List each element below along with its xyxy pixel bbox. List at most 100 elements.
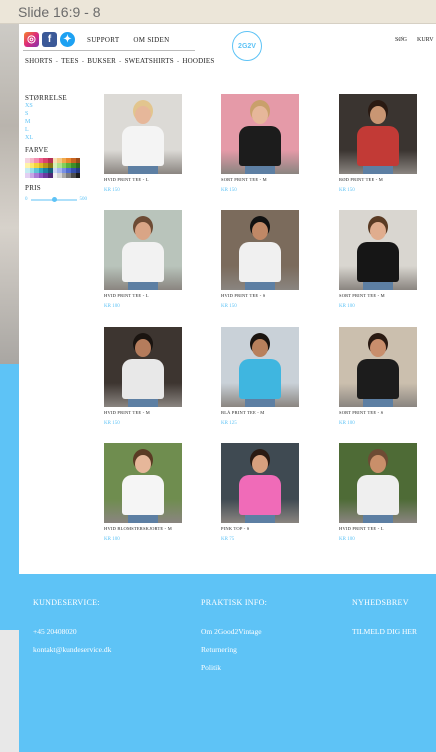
footer-link-about[interactable]: Om 2Good2Vintage bbox=[201, 627, 267, 636]
category-shorts[interactable]: SHORTS bbox=[25, 57, 53, 65]
product-image[interactable] bbox=[339, 210, 417, 290]
product-price: KR 100 bbox=[104, 304, 120, 309]
footer-practical-title: PRAKTISK INFO: bbox=[201, 598, 268, 607]
facebook-icon[interactable]: f bbox=[42, 32, 57, 47]
product-card[interactable]: RØD PRINT TEE - M KR 150 bbox=[339, 94, 419, 193]
product-name[interactable]: HVID PRINT TEE - L bbox=[104, 293, 184, 298]
model-shirt bbox=[239, 475, 281, 515]
model-shirt bbox=[357, 475, 399, 515]
top-nav: SUPPORT OM SIDEN bbox=[87, 36, 169, 44]
site-footer: KUNDESERVICE: +45 20408020 kontakt@kunde… bbox=[19, 574, 436, 752]
product-card[interactable]: HVID PRINT TEE - M KR 150 bbox=[104, 327, 184, 426]
model-head bbox=[370, 339, 386, 357]
model-head bbox=[252, 222, 268, 240]
product-card[interactable]: SORT PRINT TEE - M KR 150 bbox=[221, 94, 301, 193]
product-card[interactable]: BLÅ PRINT TEE - M KR 125 bbox=[221, 327, 301, 426]
nav-about-link[interactable]: OM SIDEN bbox=[133, 36, 169, 44]
category-sweatshirts[interactable]: SWEATSHIRTS bbox=[125, 57, 174, 65]
product-price: KR 100 bbox=[339, 537, 355, 542]
category-separator: - bbox=[176, 57, 180, 65]
filter-sidebar: STØRRELSE XS S M L XL FARVE PRIS 0 500 bbox=[25, 94, 91, 202]
category-tees[interactable]: TEES bbox=[61, 57, 79, 65]
price-slider[interactable] bbox=[30, 196, 77, 202]
product-name[interactable]: HVID PRINT TEE - L bbox=[339, 526, 419, 531]
color-swatch[interactable] bbox=[75, 173, 81, 178]
product-name[interactable]: SORT PRINT TEE - M bbox=[339, 293, 419, 298]
size-option-m[interactable]: M bbox=[25, 118, 91, 126]
product-card[interactable]: SORT PRINT TEE - S KR 100 bbox=[339, 327, 419, 426]
model-shirt bbox=[122, 359, 164, 399]
footer-practical-info: PRAKTISK INFO: Om 2Good2Vintage Returner… bbox=[201, 598, 267, 681]
footer-customer-service-title: KUNDESERVICE: bbox=[33, 598, 100, 607]
model-shirt bbox=[239, 242, 281, 282]
window-titlebar: Slide 16:9 - 8 bbox=[0, 0, 436, 24]
footer-phone[interactable]: +45 20408020 bbox=[33, 627, 111, 636]
category-bukser[interactable]: BUKSER bbox=[87, 57, 116, 65]
model-shirt bbox=[357, 126, 399, 166]
product-price: KR 150 bbox=[104, 421, 120, 426]
product-name[interactable]: HVID PRINT TEE - L bbox=[104, 177, 184, 182]
product-card[interactable]: HVID PRINT TEE - L KR 150 bbox=[104, 94, 184, 193]
social-links: ◎ f ✦ bbox=[24, 32, 75, 47]
model-head bbox=[370, 106, 386, 124]
newsletter-signup-link[interactable]: TILMELD DIG HER bbox=[352, 627, 417, 636]
price-slider-handle[interactable] bbox=[51, 196, 57, 202]
product-card[interactable]: HVID PRINT TEE - L KR 100 bbox=[339, 443, 419, 542]
product-image[interactable] bbox=[339, 443, 417, 523]
footer-newsletter-title: NYHEDSBREV bbox=[352, 598, 409, 607]
footer-link-policy[interactable]: Politik bbox=[201, 663, 267, 672]
product-image[interactable] bbox=[221, 443, 299, 523]
model-head bbox=[252, 339, 268, 357]
price-range: 0 500 bbox=[25, 196, 91, 202]
product-image[interactable] bbox=[104, 327, 182, 407]
nav-divider bbox=[23, 50, 195, 51]
product-image[interactable] bbox=[104, 94, 182, 174]
search-link[interactable]: SØG bbox=[395, 37, 407, 43]
model-head bbox=[370, 222, 386, 240]
size-option-xs[interactable]: XS bbox=[25, 102, 91, 110]
twitter-icon[interactable]: ✦ bbox=[60, 32, 75, 47]
model-shirt bbox=[357, 242, 399, 282]
product-image[interactable] bbox=[221, 327, 299, 407]
product-name[interactable]: SORT PRINT TEE - M bbox=[221, 177, 301, 182]
size-option-l[interactable]: L bbox=[25, 126, 91, 134]
product-name[interactable]: HVID PRINT TEE - M bbox=[104, 410, 184, 415]
product-image[interactable] bbox=[104, 443, 182, 523]
size-filter-title: STØRRELSE bbox=[25, 94, 67, 102]
product-card[interactable]: PINK TOP - S KR 75 bbox=[221, 443, 301, 542]
cart-link[interactable]: KURV bbox=[417, 37, 434, 43]
instagram-icon[interactable]: ◎ bbox=[24, 32, 39, 47]
category-hoodies[interactable]: HOODIES bbox=[182, 57, 214, 65]
size-option-xl[interactable]: XL bbox=[25, 134, 91, 142]
product-card[interactable]: HVID PRINT TEE - S KR 150 bbox=[221, 210, 301, 309]
product-card[interactable]: SORT PRINT TEE - M KR 100 bbox=[339, 210, 419, 309]
footer-link-returns[interactable]: Returnering bbox=[201, 645, 267, 654]
brand-logo[interactable]: 2G2V bbox=[232, 31, 262, 61]
product-image[interactable] bbox=[221, 210, 299, 290]
right-nav: SØG KURV bbox=[395, 37, 434, 43]
model-head bbox=[135, 106, 151, 124]
background-photo bbox=[0, 24, 19, 364]
model-head bbox=[370, 455, 386, 473]
product-name[interactable]: HVID PRINT TEE - S bbox=[221, 293, 301, 298]
product-image[interactable] bbox=[221, 94, 299, 174]
product-name[interactable]: SORT PRINT TEE - S bbox=[339, 410, 419, 415]
color-swatch-grid bbox=[25, 158, 91, 178]
nav-support-link[interactable]: SUPPORT bbox=[87, 36, 119, 44]
product-card[interactable]: HVID PRINT TEE - L KR 100 bbox=[104, 210, 184, 309]
category-separator: - bbox=[81, 57, 85, 65]
product-image[interactable] bbox=[339, 94, 417, 174]
product-card[interactable]: HVID BLOMSTERSKJORTE - M KR 100 bbox=[104, 443, 184, 542]
product-name[interactable]: HVID BLOMSTERSKJORTE - M bbox=[104, 526, 184, 531]
size-option-s[interactable]: S bbox=[25, 110, 91, 118]
window-title: Slide 16:9 - 8 bbox=[18, 4, 101, 20]
product-name[interactable]: PINK TOP - S bbox=[221, 526, 301, 531]
footer-email[interactable]: kontakt@kundeservice.dk bbox=[33, 645, 111, 654]
category-separator: - bbox=[119, 57, 122, 65]
footer-newsletter: NYHEDSBREV TILMELD DIG HER bbox=[352, 598, 417, 645]
product-price: KR 100 bbox=[104, 537, 120, 542]
product-name[interactable]: BLÅ PRINT TEE - M bbox=[221, 410, 301, 415]
product-name[interactable]: RØD PRINT TEE - M bbox=[339, 177, 419, 182]
product-image[interactable] bbox=[339, 327, 417, 407]
product-image[interactable] bbox=[104, 210, 182, 290]
